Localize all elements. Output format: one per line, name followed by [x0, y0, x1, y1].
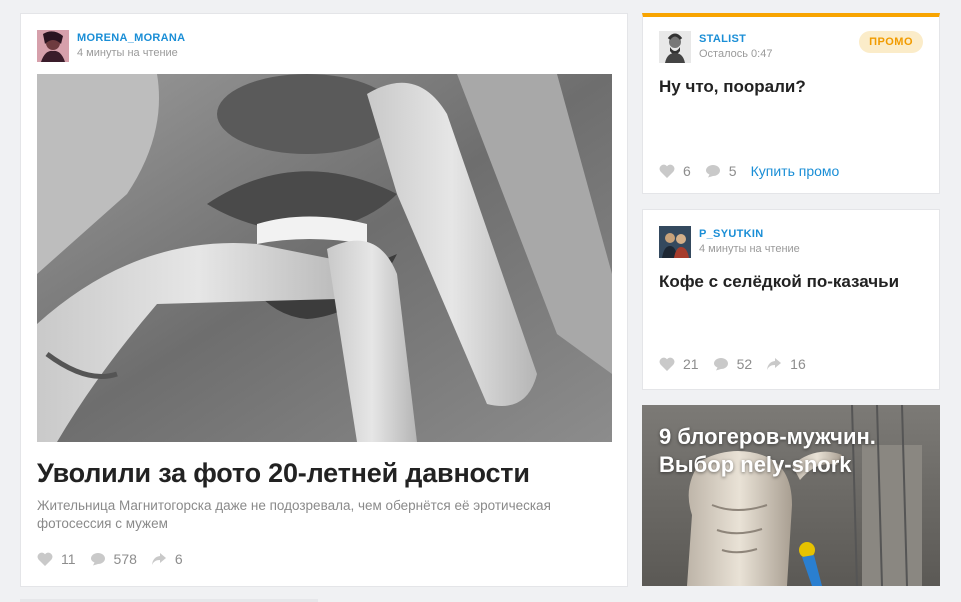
author-row: STALIST Осталось 0:47: [659, 31, 772, 63]
promo-badge: ПРОМО: [859, 31, 923, 53]
post-lead: Жительница Магнитогорска даже не подозре…: [37, 498, 551, 531]
speech-bubble-icon: [705, 165, 720, 178]
author-name[interactable]: MORENA_MORANA: [77, 33, 185, 44]
comment-count: 5: [728, 163, 737, 179]
post-card-bloggers[interactable]: 9 блогеров-мужчин. Выбор nely-snork: [642, 405, 940, 586]
like-count: 21: [683, 356, 699, 372]
heart-icon: [659, 164, 675, 178]
like-button[interactable]: 21: [659, 356, 699, 372]
post-card-promo[interactable]: STALIST Осталось 0:47 ПРОМО Ну что, поор…: [642, 13, 940, 194]
post-stats: 11 578 6: [37, 551, 197, 567]
author-avatar[interactable]: [659, 31, 691, 63]
like-button[interactable]: 6: [659, 163, 691, 179]
share-count: 16: [790, 356, 806, 372]
speech-bubble-icon: [713, 358, 728, 371]
comment-button[interactable]: 578: [90, 551, 137, 567]
comment-button[interactable]: 5: [705, 163, 737, 179]
read-time: 4 минуты на чтение: [699, 243, 800, 255]
post-cover-image[interactable]: [37, 74, 612, 442]
comment-count: 578: [113, 551, 137, 567]
post-title[interactable]: Кофе с селёдкой по-казачьи: [659, 272, 899, 292]
heart-icon: [37, 552, 53, 566]
comment-count: 52: [736, 356, 753, 372]
speech-bubble-icon: [90, 553, 105, 566]
post-stats: 21 52 16: [659, 356, 820, 372]
like-button[interactable]: 11: [37, 551, 76, 567]
like-count: 11: [61, 551, 76, 567]
author-name[interactable]: P_SYUTKIN: [699, 229, 800, 240]
post-title[interactable]: Ну что, поорали?: [659, 77, 806, 97]
buy-promo-link[interactable]: Купить промо: [751, 163, 840, 179]
author-row: MORENA_MORANA 4 минуты на чтение: [37, 30, 185, 62]
share-button[interactable]: 16: [766, 356, 806, 372]
post-title[interactable]: 9 блогеров-мужчин. Выбор nely-snork: [659, 423, 929, 479]
heart-icon: [659, 357, 675, 371]
comment-button[interactable]: 52: [713, 356, 753, 372]
time-left: Осталось 0:47: [699, 48, 773, 60]
author-avatar[interactable]: [659, 226, 691, 258]
author-row: P_SYUTKIN 4 минуты на чтение: [659, 226, 800, 258]
author-avatar[interactable]: [37, 30, 69, 62]
post-title[interactable]: Уволили за фото 20-летней давности: [37, 458, 530, 489]
share-arrow-icon: [767, 358, 782, 370]
share-button[interactable]: 6: [151, 551, 183, 567]
author-name[interactable]: STALIST: [699, 34, 772, 45]
post-card-coffee[interactable]: P_SYUTKIN 4 минуты на чтение Кофе с селё…: [642, 209, 940, 390]
like-count: 6: [683, 163, 691, 179]
share-arrow-icon: [151, 553, 166, 565]
post-card-main[interactable]: MORENA_MORANA 4 минуты на чтение Уволили…: [20, 13, 628, 587]
post-stats: 6 5 Купить промо: [659, 163, 839, 179]
read-time: 4 минуты на чтение: [77, 47, 178, 59]
share-count: 6: [174, 551, 183, 567]
